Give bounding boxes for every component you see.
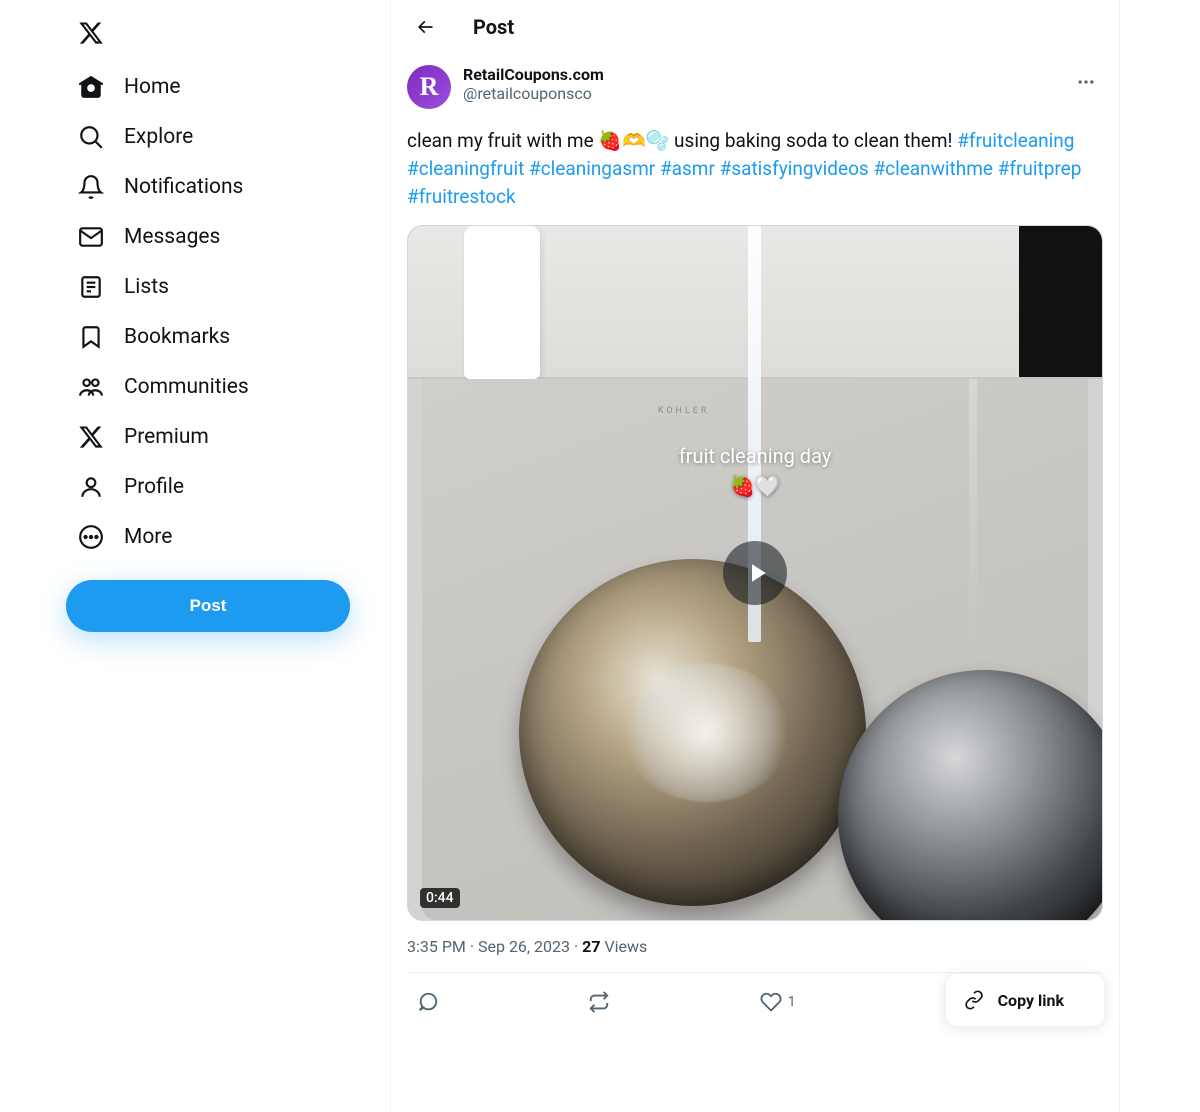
post: R RetailCoupons.com @retailcouponsco cle… <box>391 53 1119 1031</box>
nav-label: Lists <box>124 275 169 299</box>
nav-notifications[interactable]: Notifications <box>66 162 271 212</box>
retweet-icon <box>588 991 610 1013</box>
nav-label: More <box>124 525 172 549</box>
media-brand-text: KOHLER <box>658 406 710 416</box>
home-icon <box>78 74 104 100</box>
like-button[interactable]: 1 <box>754 985 802 1019</box>
nav-messages[interactable]: Messages <box>66 212 248 262</box>
back-button[interactable] <box>407 9 443 45</box>
nav-label: Premium <box>124 425 209 449</box>
media-bg-dispenser <box>464 226 540 379</box>
search-icon <box>78 124 104 150</box>
nav-label: Communities <box>124 375 249 399</box>
reply-icon <box>417 991 439 1013</box>
nav-premium[interactable]: Premium <box>66 412 237 462</box>
nav-communities[interactable]: Communities <box>66 362 277 412</box>
display-name[interactable]: RetailCoupons.com <box>463 65 604 84</box>
nav-lists[interactable]: Lists <box>66 262 197 312</box>
heart-icon <box>760 991 782 1013</box>
video-duration: 0:44 <box>420 888 460 908</box>
page-title: Post <box>473 15 514 39</box>
bell-icon <box>78 174 104 200</box>
nav-label: Profile <box>124 475 184 499</box>
mail-icon <box>78 224 104 250</box>
hashtag[interactable]: #cleanwithme <box>873 157 992 180</box>
post-text: clean my fruit with me 🍓🫶🫧 using baking … <box>407 127 1103 211</box>
hashtag[interactable]: #cleaningfruit <box>407 157 524 180</box>
handle[interactable]: @retailcouponsco <box>463 84 604 103</box>
media-bg-bowl1 <box>519 559 866 906</box>
hashtag[interactable]: #asmr <box>660 157 715 180</box>
play-icon <box>742 558 772 588</box>
avatar[interactable]: R <box>407 65 451 109</box>
more-circle-icon <box>78 524 104 550</box>
timestamp[interactable]: 3:35 PM · Sep 26, 2023 <box>407 937 570 956</box>
hashtag[interactable]: #cleaningasmr <box>529 157 655 180</box>
x-logo[interactable] <box>66 8 116 58</box>
nav-label: Explore <box>124 125 193 149</box>
ellipsis-icon <box>1076 72 1096 92</box>
link-icon <box>964 990 984 1010</box>
x-logo-icon <box>78 18 104 48</box>
like-count: 1 <box>788 994 796 1010</box>
post-media[interactable]: KOHLER fruit cleaning day 🍓🤍 0:44 <box>407 225 1103 921</box>
media-overlay-emoji: 🍓🤍 <box>730 474 780 498</box>
views-label: Views <box>601 937 648 956</box>
copy-link-label: Copy link <box>998 991 1064 1010</box>
media-overlay-text: fruit cleaning day 🍓🤍 <box>679 441 832 501</box>
nav-label: Messages <box>124 225 220 249</box>
hashtag[interactable]: #fruitrestock <box>407 185 516 208</box>
page-header: Post <box>391 0 1119 53</box>
nav-label: Notifications <box>124 175 243 199</box>
communities-icon <box>78 374 104 400</box>
hashtag[interactable]: #satisfyingvideos <box>720 157 869 180</box>
nav-label: Home <box>124 75 181 99</box>
views-count: 27 <box>582 937 600 956</box>
retweet-button[interactable] <box>582 985 616 1019</box>
bookmark-icon <box>78 324 104 350</box>
list-icon <box>78 274 104 300</box>
nav-explore[interactable]: Explore <box>66 112 221 162</box>
nav-home[interactable]: Home <box>66 62 209 112</box>
sidebar: Home Explore Notifications Messages List… <box>0 0 390 1112</box>
nav-more[interactable]: More <box>66 512 200 562</box>
compose-post-button[interactable]: Post <box>66 580 350 632</box>
arrow-left-icon <box>415 17 435 37</box>
hashtag[interactable]: #fruitprep <box>998 157 1082 180</box>
nav-profile[interactable]: Profile <box>66 462 212 512</box>
media-overlay-line1: fruit cleaning day <box>679 444 832 468</box>
reply-button[interactable] <box>411 985 445 1019</box>
hashtag[interactable]: #fruitcleaning <box>957 129 1074 152</box>
main-column: Post R RetailCoupons.com @retailcouponsc… <box>390 0 1120 1112</box>
post-more-button[interactable] <box>1069 65 1103 99</box>
post-header: R RetailCoupons.com @retailcouponsco <box>407 65 1103 109</box>
x-icon <box>78 424 104 450</box>
post-text-fragment: clean my fruit with me 🍓🫶🫧 using baking … <box>407 129 957 152</box>
nav-label: Bookmarks <box>124 325 230 349</box>
copy-link-button[interactable]: Copy link <box>945 973 1105 1027</box>
post-meta: 3:35 PM · Sep 26, 2023 · 27 Views <box>407 937 1103 956</box>
profile-icon <box>78 474 104 500</box>
play-button[interactable] <box>723 541 787 605</box>
nav-bookmarks[interactable]: Bookmarks <box>66 312 258 362</box>
